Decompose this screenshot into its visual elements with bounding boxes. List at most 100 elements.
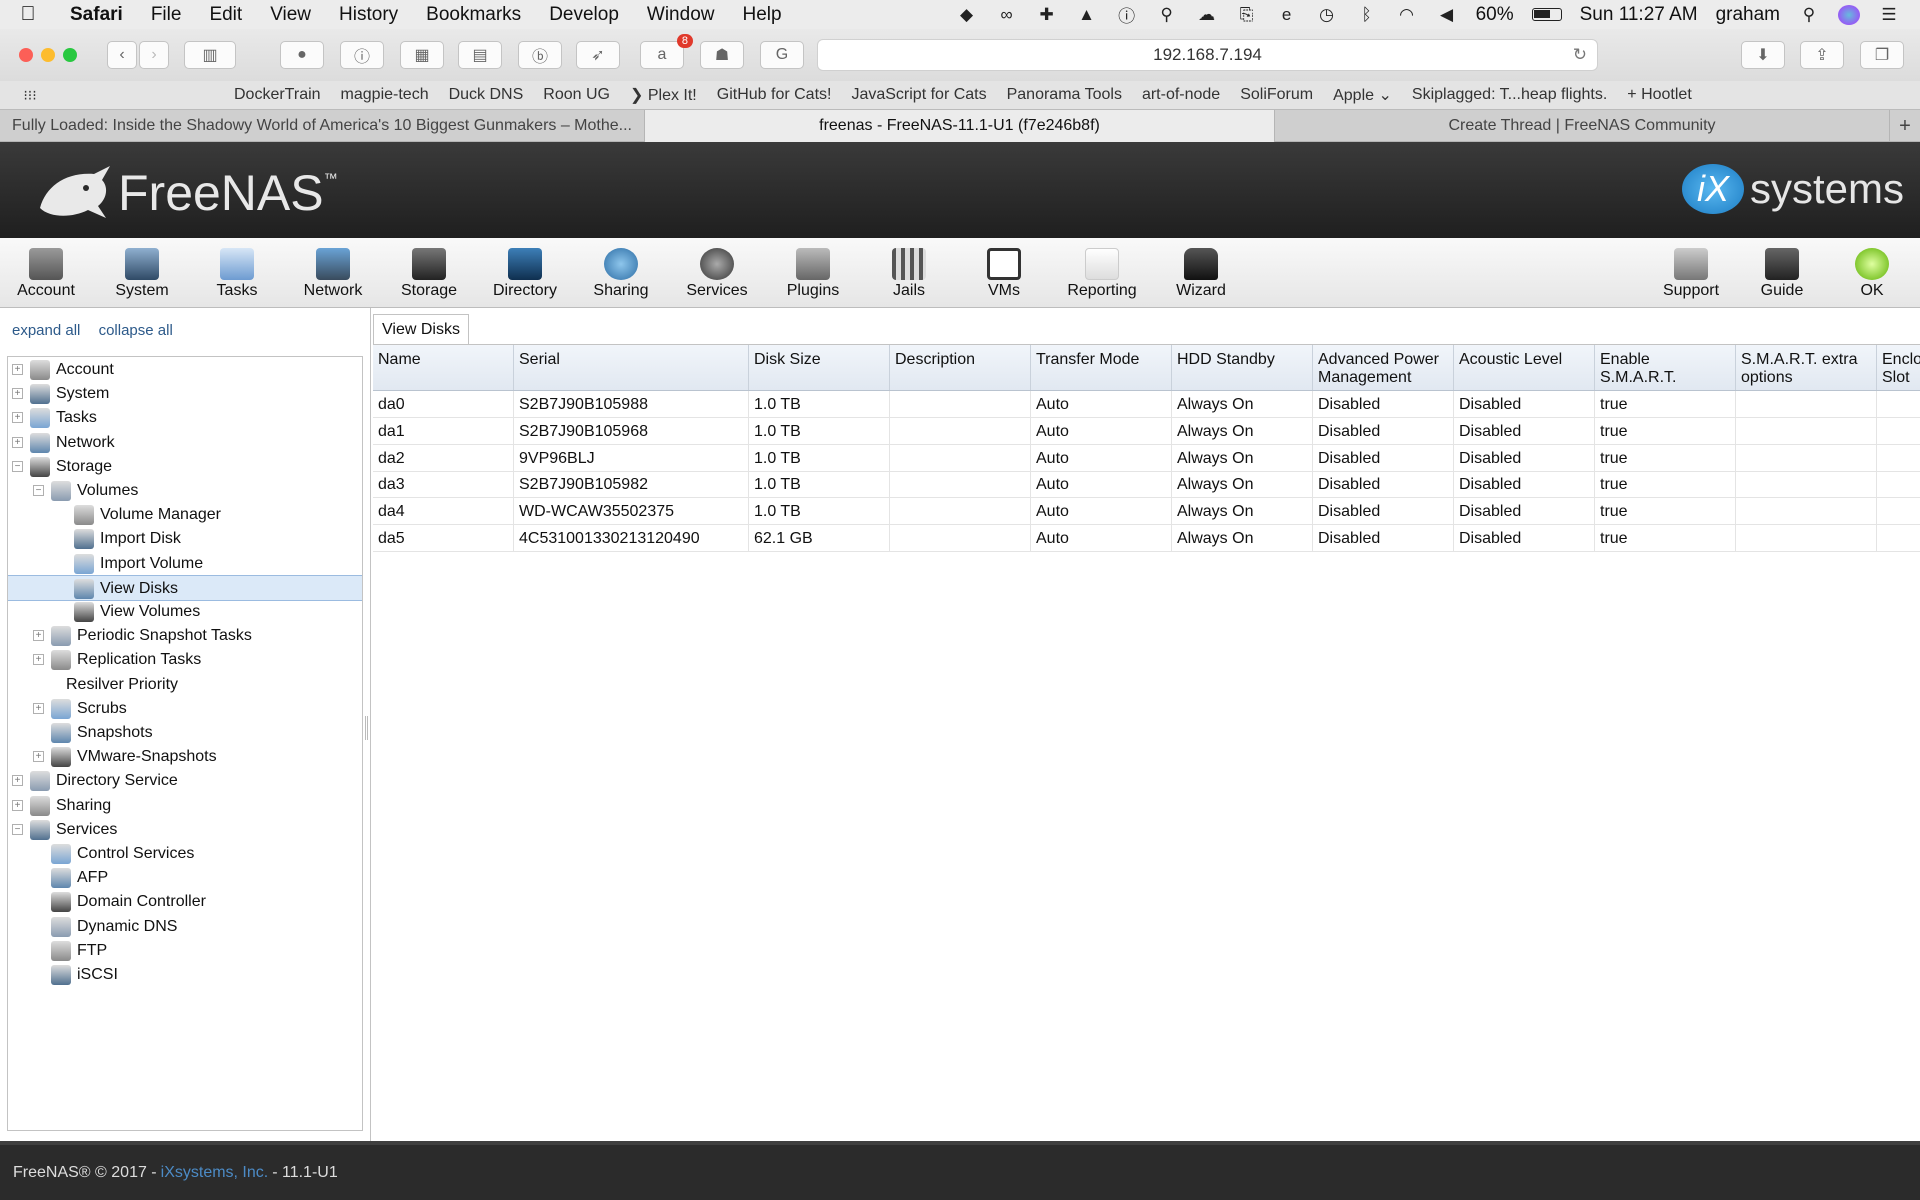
column-header[interactable]: Enable S.M.A.R.T. [1595, 345, 1736, 390]
address-bar[interactable]: 192.168.7.194 ↻ [817, 39, 1598, 71]
share-icon[interactable]: ⇪ [1800, 41, 1844, 69]
script-icon[interactable]: ⎘ [1236, 5, 1258, 25]
nav-sharing[interactable]: Sharing [575, 238, 667, 308]
mountain-icon[interactable]: ▲ [1076, 5, 1098, 25]
menu-file[interactable]: File [137, 4, 196, 26]
bluetooth-icon[interactable]: ᛒ [1356, 5, 1378, 25]
tree-item-ftp[interactable]: FTP [8, 938, 362, 964]
tree-item-domain-controller[interactable]: Domain Controller [8, 889, 362, 915]
table-row[interactable]: da5 4C531001330213120490 62.1 GB Auto Always… [373, 525, 1920, 552]
back-button[interactable]: ‹ [107, 41, 137, 69]
panel-splitter-handle[interactable] [365, 716, 368, 740]
broom-icon[interactable]: ⚲ [1156, 5, 1178, 25]
tree-item-storage[interactable]: − Storage [8, 454, 362, 480]
column-header[interactable]: Serial [514, 345, 749, 390]
tree-item-scrubs[interactable]: + Scrubs [8, 696, 362, 722]
menu-view[interactable]: View [256, 4, 325, 26]
footer-ixsystems-link[interactable]: iXsystems, Inc. [161, 1164, 269, 1182]
ext-tabs-icon[interactable]: ▦ [400, 41, 444, 69]
tree-item-network[interactable]: + Network [8, 430, 362, 456]
favorite-apple-folder[interactable]: Apple ⌄ [1323, 85, 1402, 105]
expand-toggle-icon[interactable]: + [12, 799, 23, 811]
expand-toggle-icon[interactable]: + [12, 436, 23, 448]
favorite-roon-ug[interactable]: Roon UG [533, 86, 620, 104]
tree-item-volume-manager[interactable]: Volume Manager [8, 502, 362, 528]
apps-grid-icon[interactable]: ⁝⁝⁝ [0, 87, 60, 104]
new-tab-button[interactable]: + [1890, 110, 1920, 142]
tree-item-snapshots[interactable]: Snapshots [8, 720, 362, 746]
column-header[interactable]: S.M.A.R.T. extra options [1736, 345, 1877, 390]
menu-history[interactable]: History [325, 4, 412, 26]
menu-edit[interactable]: Edit [195, 4, 256, 26]
ext-ghost-icon[interactable]: ☗ [700, 41, 744, 69]
tree-item-account[interactable]: + Account [8, 357, 362, 383]
menu-bookmarks[interactable]: Bookmarks [412, 4, 535, 26]
tab-create-thread[interactable]: Create Thread | FreeNAS Community [1275, 110, 1890, 142]
onepassword-icon[interactable]: ⓘ [1116, 5, 1138, 26]
e-app-icon[interactable]: e [1276, 5, 1298, 25]
column-header[interactable]: HDD Standby [1172, 345, 1313, 390]
column-header[interactable]: Enclos Slot [1877, 345, 1920, 390]
favorite-dockertrain[interactable]: DockerTrain [224, 86, 331, 104]
nav-tasks[interactable]: Tasks [191, 238, 283, 308]
tree-item-view-volumes[interactable]: View Volumes [8, 599, 362, 625]
expand-toggle-icon[interactable]: + [33, 751, 44, 763]
collapse-toggle-icon[interactable]: − [12, 823, 23, 835]
menubar-user[interactable]: graham [1716, 4, 1780, 26]
tree-item-services[interactable]: − Services [8, 817, 362, 843]
forward-button[interactable]: › [139, 41, 169, 69]
table-row[interactable]: da4 WD-WCAW35502375 1.0 TB Auto Always On Dis… [373, 498, 1920, 526]
table-row[interactable]: da1 S2B7J90B105968 1.0 TB Auto Always On Disa… [373, 417, 1920, 445]
tree-item-afp[interactable]: AFP [8, 865, 362, 891]
siri-icon[interactable] [1838, 4, 1860, 25]
time-machine-icon[interactable]: ◷ [1316, 5, 1338, 25]
nav-network[interactable]: Network [287, 238, 379, 308]
column-header[interactable]: Advanced Power Management [1313, 345, 1454, 390]
nav-ok-alerts[interactable]: OK [1826, 238, 1918, 308]
table-row[interactable]: da0 S2B7J90B105988 1.0 TB Auto Always On Disa… [373, 391, 1920, 418]
tree-item-volumes[interactable]: − Volumes [8, 478, 362, 504]
battery-icon[interactable] [1531, 8, 1562, 21]
nav-system[interactable]: System [96, 238, 188, 308]
nav-vms[interactable]: VMs [958, 238, 1050, 308]
tab-view-disks[interactable]: View Disks [373, 314, 469, 344]
tab-freenas[interactable]: freenas - FreeNAS-11.1-U1 (f7e246b8f) [645, 110, 1275, 142]
favorite-soliforum[interactable]: SoliForum [1230, 86, 1323, 104]
ext-amazon-icon[interactable]: a8 [640, 34, 693, 69]
expand-toggle-icon[interactable]: + [33, 702, 44, 714]
expand-toggle-icon[interactable]: + [12, 412, 23, 424]
close-window-button[interactable] [19, 48, 33, 62]
collapse-toggle-icon[interactable]: − [33, 485, 44, 496]
tree-item-import-volume[interactable]: Import Volume [8, 551, 362, 577]
tree-item-tasks[interactable]: + Tasks [8, 405, 362, 431]
favorite-skiplagged[interactable]: Skiplagged: T...heap flights. [1402, 86, 1617, 104]
menu-develop[interactable]: Develop [535, 4, 633, 26]
expand-toggle-icon[interactable]: + [12, 388, 23, 400]
volume-icon[interactable]: ◀ [1436, 5, 1458, 25]
tree-item-periodic-snapshot-tasks[interactable]: + Periodic Snapshot Tasks [8, 623, 362, 649]
column-header[interactable]: Disk Size [749, 345, 890, 390]
sidebar-toggle-icon[interactable]: ▥ [184, 41, 236, 69]
menubar-clock[interactable]: Sun 11:27 AM [1580, 4, 1698, 26]
favorite-art-of-node[interactable]: art-of-node [1132, 86, 1230, 104]
cloud-app-icon[interactable]: ☁ [1196, 5, 1218, 25]
reload-icon[interactable]: ↻ [1573, 45, 1587, 65]
favorite-magpie-tech[interactable]: magpie-tech [331, 86, 439, 104]
expand-all-link[interactable]: expand all [12, 322, 80, 339]
nav-plugins[interactable]: Plugins [767, 238, 859, 308]
favorite-github-for-cats[interactable]: GitHub for Cats! [707, 86, 842, 104]
expand-toggle-icon[interactable]: + [12, 364, 23, 375]
nav-reporting[interactable]: Reporting [1056, 238, 1148, 308]
ext-reader-icon[interactable]: ▤ [458, 41, 502, 69]
menu-window[interactable]: Window [633, 4, 729, 26]
ext-1password-icon[interactable]: ⓘ [340, 41, 384, 69]
tree-item-iscsi[interactable]: iSCSI [8, 962, 362, 988]
nav-guide[interactable]: Guide [1736, 238, 1828, 308]
favorite-plex-it[interactable]: ❯ Plex It! [620, 85, 707, 105]
ext-grammarly-icon[interactable]: G [760, 41, 804, 69]
tree-item-import-disk[interactable]: Import Disk [8, 526, 362, 552]
dropbox-icon[interactable]: ◆ [956, 5, 978, 25]
nav-account[interactable]: Account [0, 238, 92, 308]
tree-item-dynamic-dns[interactable]: Dynamic DNS [8, 914, 362, 940]
collapse-toggle-icon[interactable]: − [12, 460, 23, 472]
